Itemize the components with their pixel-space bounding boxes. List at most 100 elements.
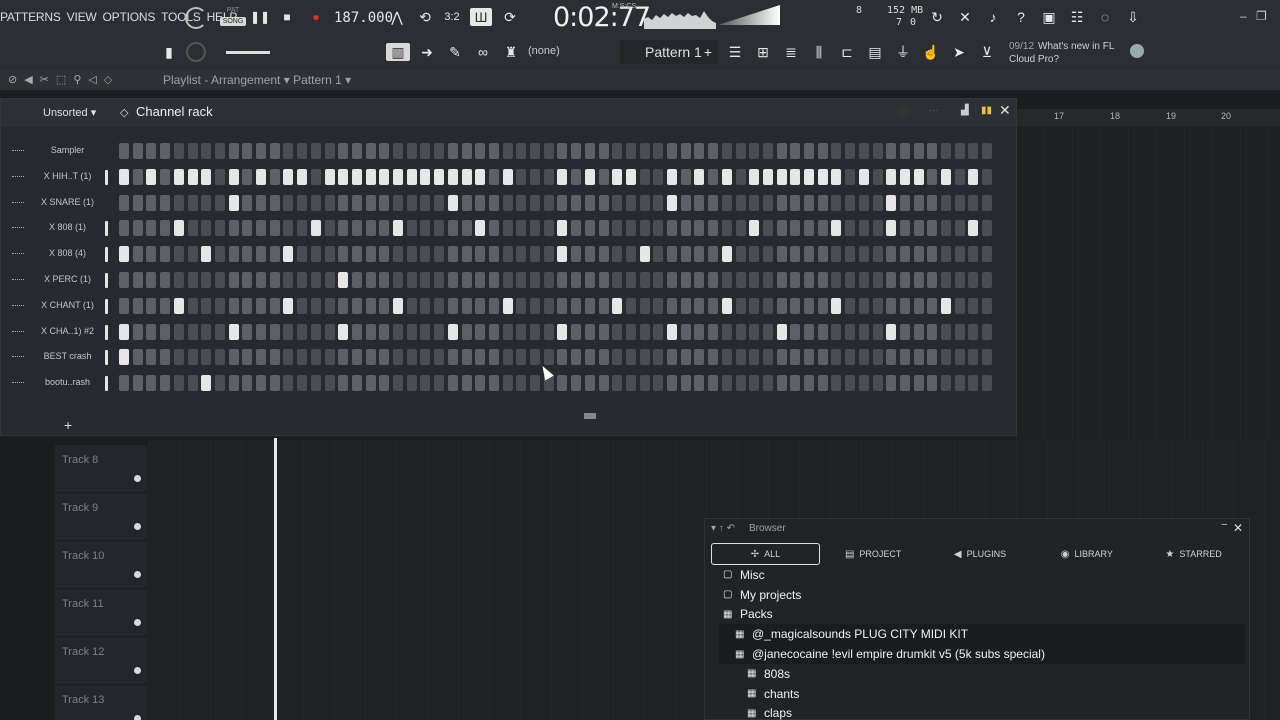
step-button-off[interactable] [845,168,856,185]
step-button-off[interactable] [160,375,171,392]
step-button-off[interactable] [338,220,349,237]
step-button-off[interactable] [461,220,472,237]
step-button-off[interactable] [516,349,527,366]
step-button-off[interactable] [694,194,705,211]
step-button-off[interactable] [804,323,814,340]
step-button-off[interactable] [831,143,842,159]
step-button-off[interactable] [297,220,308,237]
step-button-off[interactable] [584,375,595,392]
menu-patterns[interactable]: PATTERNS [0,10,61,24]
step-button-off[interactable] [858,349,869,366]
step-button-off[interactable] [598,220,609,237]
channel-select-indicator[interactable] [105,324,108,340]
step-button-off[interactable] [228,375,239,392]
step-button-off[interactable] [762,246,773,263]
step-button-off[interactable] [365,194,376,211]
step-button-off[interactable] [338,297,349,314]
step-button-off[interactable] [283,272,294,288]
step-button-on[interactable] [201,168,212,185]
step-button-off[interactable] [872,375,883,392]
step-button-off[interactable] [584,323,595,340]
step-button-off[interactable] [817,349,828,366]
step-button-off[interactable] [530,297,540,314]
step-button-off[interactable] [214,349,225,366]
step-button-off[interactable] [831,246,842,263]
step-button-off[interactable] [845,323,856,340]
step-button-off[interactable] [872,349,883,366]
countdown-icon[interactable]: 3:2 [443,8,461,26]
step-button-off[interactable] [804,272,814,288]
step-button-off[interactable] [488,143,499,159]
step-button-off[interactable] [749,272,760,288]
step-button-off[interactable] [256,272,266,288]
step-button-off[interactable] [283,220,294,237]
step-button-off[interactable] [351,143,362,159]
step-button-off[interactable] [899,297,910,314]
step-button-off[interactable] [927,297,938,314]
step-button-off[interactable] [420,375,431,392]
step-button-off[interactable] [393,375,403,392]
step-button-off[interactable] [762,349,773,366]
step-button-off[interactable] [708,272,719,288]
help-icon[interactable]: ? [1012,8,1030,26]
step-button-off[interactable] [297,143,308,159]
step-button-off[interactable] [173,349,184,366]
step-button-on[interactable] [310,220,321,237]
step-edit-icon[interactable]: Ш [470,8,492,26]
step-button-off[interactable] [488,220,499,237]
step-button-off[interactable] [146,349,157,366]
step-button-off[interactable] [461,272,472,288]
step-button-off[interactable] [639,297,650,314]
step-button-off[interactable] [694,297,705,314]
step-button-off[interactable] [516,143,527,159]
step-button-off[interactable] [735,143,746,159]
step-button-off[interactable] [598,272,609,288]
step-button-off[interactable] [187,297,198,314]
step-button-off[interactable] [269,168,280,185]
step-button-off[interactable] [639,194,650,211]
step-button-off[interactable] [612,220,623,237]
step-button-off[interactable] [420,349,431,366]
step-button-off[interactable] [502,143,513,159]
step-button-off[interactable] [913,323,924,340]
playlist-grid-upper[interactable] [1016,126,1280,440]
step-button-on[interactable] [283,168,294,185]
step-button-off[interactable] [393,143,403,159]
step-button-off[interactable] [872,272,883,288]
step-button-off[interactable] [269,323,280,340]
step-button-off[interactable] [269,297,280,314]
step-button-off[interactable] [201,323,212,340]
step-button-off[interactable] [762,297,773,314]
playlist-icon[interactable]: ☰ [726,43,744,61]
step-button-off[interactable] [804,297,814,314]
step-button-off[interactable] [680,246,691,263]
step-button-off[interactable] [502,220,513,237]
step-button-off[interactable] [530,272,540,288]
browser-tree-item[interactable]: ▦ 808s [719,664,1245,684]
step-button-on[interactable] [776,323,787,340]
step-button-on[interactable] [283,297,294,314]
step-button-off[interactable] [502,323,513,340]
step-button-off[interactable] [968,272,979,288]
step-button-off[interactable] [612,194,623,211]
step-button-off[interactable] [393,246,403,263]
step-button-off[interactable] [119,220,129,237]
step-button-off[interactable] [283,349,294,366]
channel-name-button[interactable]: BEST crash [31,351,104,361]
step-button-off[interactable] [187,143,198,159]
step-button-off[interactable] [256,297,266,314]
step-button-off[interactable] [982,220,993,237]
step-button-off[interactable] [269,375,280,392]
step-button-off[interactable] [735,323,746,340]
step-button-off[interactable] [571,349,582,366]
step-button-off[interactable] [160,143,171,159]
step-button-off[interactable] [653,220,664,237]
step-button-off[interactable] [612,375,623,392]
step-button-off[interactable] [790,323,801,340]
step-button-off[interactable] [831,194,842,211]
step-button-off[interactable] [762,375,773,392]
step-button-off[interactable] [434,297,445,314]
step-button-off[interactable] [790,143,801,159]
step-button-off[interactable] [954,143,965,159]
step-button-off[interactable] [954,246,965,263]
